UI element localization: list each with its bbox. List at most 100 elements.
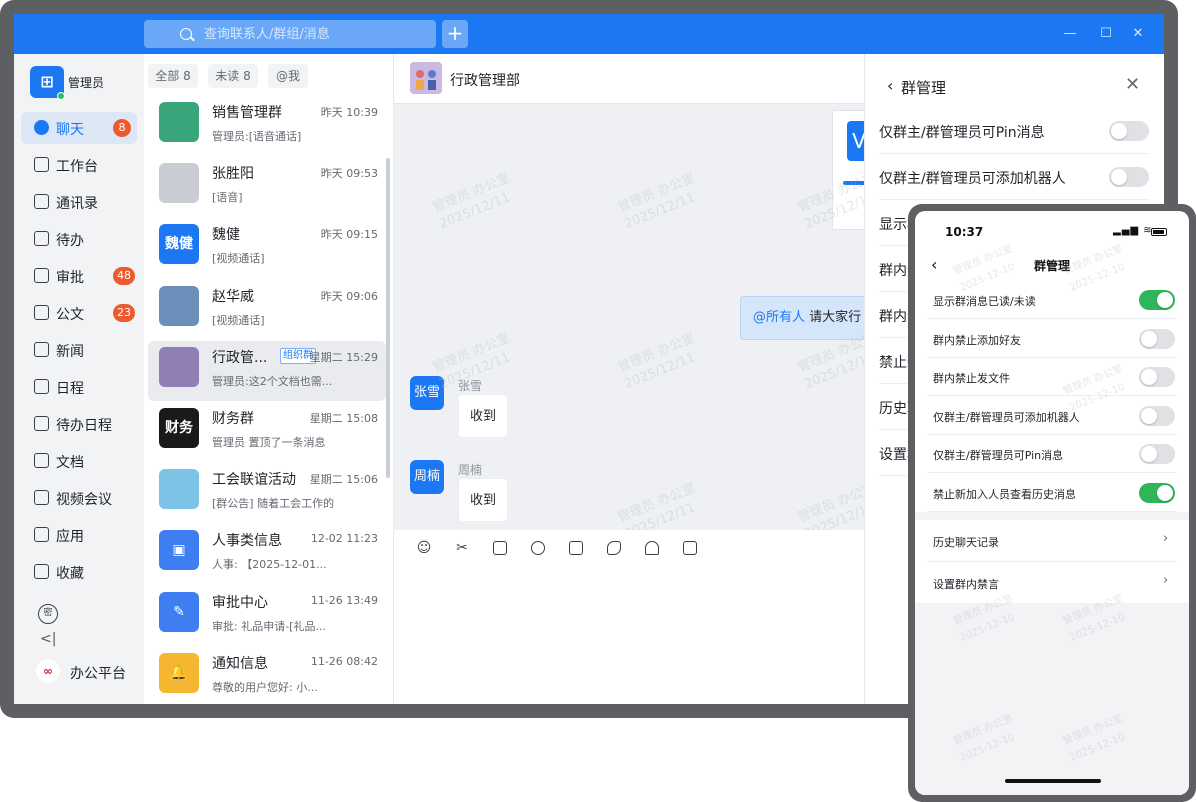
- toggle-switch[interactable]: [1139, 290, 1175, 310]
- sidebar-item-2[interactable]: 通讯录: [21, 186, 137, 218]
- conversation-preview: 管理员 置顶了一条消息: [212, 436, 326, 449]
- emoji-icon[interactable]: ☺: [414, 538, 434, 558]
- message-bubble[interactable]: 收到: [458, 478, 508, 522]
- setting-label: 设置群内禁言: [933, 578, 999, 591]
- setting-row[interactable]: 仅群主/群管理员可Pin消息: [879, 108, 1149, 154]
- meeting-icon[interactable]: [642, 538, 662, 558]
- setting-row[interactable]: 仅群主/群管理员可添加机器人: [879, 154, 1149, 200]
- sidebar-item-3[interactable]: 待办: [21, 223, 137, 255]
- toggle-switch[interactable]: [1139, 444, 1175, 464]
- phone-setting-row[interactable]: 仅群主/群管理员可添加机器人: [915, 396, 1189, 435]
- conversation-item[interactable]: 赵华威 昨天 09:06 [视频通话]: [148, 280, 386, 340]
- phone-link-row[interactable]: 历史聊天记录 ›: [915, 520, 1189, 562]
- avatar[interactable]: [159, 163, 199, 204]
- conversation-item[interactable]: 销售管理群 昨天 10:39 管理员:[语音通话]: [148, 96, 386, 156]
- avatar[interactable]: [159, 102, 199, 142]
- sidebar-item-8[interactable]: 待办日程: [21, 408, 137, 440]
- setting-label: 仅群主/群管理员可添加机器人: [879, 171, 1066, 187]
- conversation-item[interactable]: 张胜阳 昨天 09:53 [语音]: [148, 157, 386, 217]
- message-composer[interactable]: ☺ ✂: [394, 530, 864, 704]
- toggle-switch[interactable]: [1109, 121, 1149, 141]
- sidebar-item-label: 工作台: [56, 159, 98, 175]
- conversation-item[interactable]: ▣ 人事类信息 12-02 11:23 人事: 【2025-12-01...: [148, 524, 386, 584]
- avatar[interactable]: 张雪: [410, 376, 444, 410]
- note-icon[interactable]: [566, 538, 586, 558]
- avatar[interactable]: [159, 285, 199, 326]
- conversation-preview: 人事: 【2025-12-01...: [212, 558, 327, 572]
- avatar[interactable]: 财务: [159, 408, 199, 448]
- scissors-icon[interactable]: ✂: [452, 538, 472, 558]
- avatar[interactable]: 🔔: [159, 652, 199, 693]
- toggle-switch[interactable]: [1139, 482, 1175, 503]
- toggle-switch[interactable]: [1109, 167, 1149, 187]
- avatar[interactable]: 魏健: [159, 224, 199, 265]
- phone-setting-row[interactable]: 显示群消息已读/未读: [915, 281, 1189, 319]
- file-icon: [34, 453, 49, 468]
- tab-all[interactable]: 全部 8: [148, 64, 198, 88]
- mention-all[interactable]: @所有人: [753, 310, 805, 325]
- sidebar-item-4[interactable]: 审批 48: [21, 260, 137, 292]
- conversation-item[interactable]: 财务 财务群 星期二 15:08 管理员 置顶了一条消息: [148, 402, 386, 462]
- conversation-time: 昨天 09:53: [320, 167, 378, 181]
- watermark: 管理员 办公室 2025/12/11: [615, 330, 705, 394]
- phone-setting-row[interactable]: 禁止新加入人员查看历史消息: [915, 473, 1189, 512]
- sidebar-item-11[interactable]: 应用: [21, 519, 137, 551]
- avatar[interactable]: 周楠: [410, 460, 444, 494]
- phone-link-row[interactable]: 设置群内禁言 ›: [915, 562, 1189, 604]
- conversation-preview: [群公告] 随着工会工作的: [212, 497, 335, 511]
- sidebar-item-0[interactable]: 聊天 8: [21, 112, 137, 144]
- message-bubble-mention[interactable]: @所有人 请大家行: [740, 296, 870, 340]
- conversation-item[interactable]: 工会联谊活动 星期二 15:06 [群公告] 随着工会工作的: [148, 463, 386, 523]
- secret-mode-icon[interactable]: 密: [38, 604, 58, 624]
- conversation-item[interactable]: 🔔 通知信息 11-26 08:42 尊敬的用户您好: 小...: [148, 647, 386, 704]
- minimize-button[interactable]: —: [1060, 24, 1080, 44]
- close-window-button[interactable]: ✕: [1128, 24, 1148, 44]
- phone-setting-row[interactable]: 群内禁止添加好友: [915, 319, 1189, 358]
- chat-header: 行政管理部: [394, 54, 864, 104]
- conversation-item[interactable]: ✎ 审批中心 11-26 13:49 审批: 礼品申请-[礼品...: [148, 586, 386, 646]
- toggle-switch[interactable]: [1139, 367, 1175, 387]
- toggle-switch[interactable]: [1139, 405, 1175, 426]
- conversation-item[interactable]: 魏健 魏健 昨天 09:15 [视频通话]: [148, 218, 386, 278]
- sidebar-item-10[interactable]: 视频会议: [21, 482, 137, 514]
- folder-icon[interactable]: [680, 538, 700, 558]
- search-box[interactable]: [144, 20, 436, 48]
- call-icon[interactable]: [604, 538, 624, 558]
- avatar[interactable]: ▣: [159, 530, 199, 571]
- panel-title: 群管理: [901, 79, 947, 97]
- toggle-switch[interactable]: [1139, 328, 1175, 349]
- sidebar-item-1[interactable]: 工作台: [21, 149, 137, 181]
- tab-unread[interactable]: 未读 8: [208, 64, 258, 88]
- avatar[interactable]: [159, 469, 199, 510]
- collapse-sidebar-icon[interactable]: <|: [40, 631, 56, 647]
- setting-label: 仅群主/群管理员可Pin消息: [933, 449, 1064, 462]
- group-avatar[interactable]: [410, 62, 442, 94]
- sidebar-item-label: 应用: [56, 529, 84, 545]
- sidebar-item-12[interactable]: 收藏: [21, 556, 137, 588]
- conversation-name: 财务群: [212, 411, 254, 427]
- sidebar-item-6[interactable]: 新闻: [21, 334, 137, 366]
- avatar[interactable]: ✎: [159, 591, 199, 632]
- phone-setting-row[interactable]: 仅群主/群管理员可Pin消息: [915, 435, 1189, 473]
- phone-page-title: 群管理: [1033, 259, 1070, 273]
- history-icon[interactable]: [528, 538, 548, 558]
- home-indicator[interactable]: [1005, 779, 1101, 783]
- add-button[interactable]: +: [442, 20, 468, 48]
- tab-mentions[interactable]: @我: [268, 64, 308, 88]
- conversation-time: 昨天 09:15: [320, 228, 378, 242]
- conversation-item[interactable]: 行政管... 组织群 星期二 15:29 管理员:这2个文档也需...: [148, 340, 386, 401]
- sidebar-item-7[interactable]: 日程: [21, 371, 137, 403]
- sidebar-item-label: 视频会议: [56, 492, 112, 508]
- message-bubble[interactable]: 收到: [458, 394, 508, 438]
- back-icon[interactable]: ‹: [887, 76, 893, 95]
- forward-icon[interactable]: [490, 538, 510, 558]
- conversation-scrollbar[interactable]: [386, 158, 390, 478]
- sidebar-item-5[interactable]: 公文 23: [21, 297, 137, 329]
- avatar[interactable]: [159, 346, 199, 387]
- search-input[interactable]: [204, 24, 424, 44]
- sidebar-item-9[interactable]: 文档: [21, 445, 137, 477]
- close-icon[interactable]: ✕: [1125, 74, 1140, 95]
- maximize-button[interactable]: ☐: [1096, 24, 1116, 44]
- setting-label: 历史聊天记录: [933, 536, 999, 549]
- phone-setting-row[interactable]: 群内禁止发文件: [915, 358, 1189, 396]
